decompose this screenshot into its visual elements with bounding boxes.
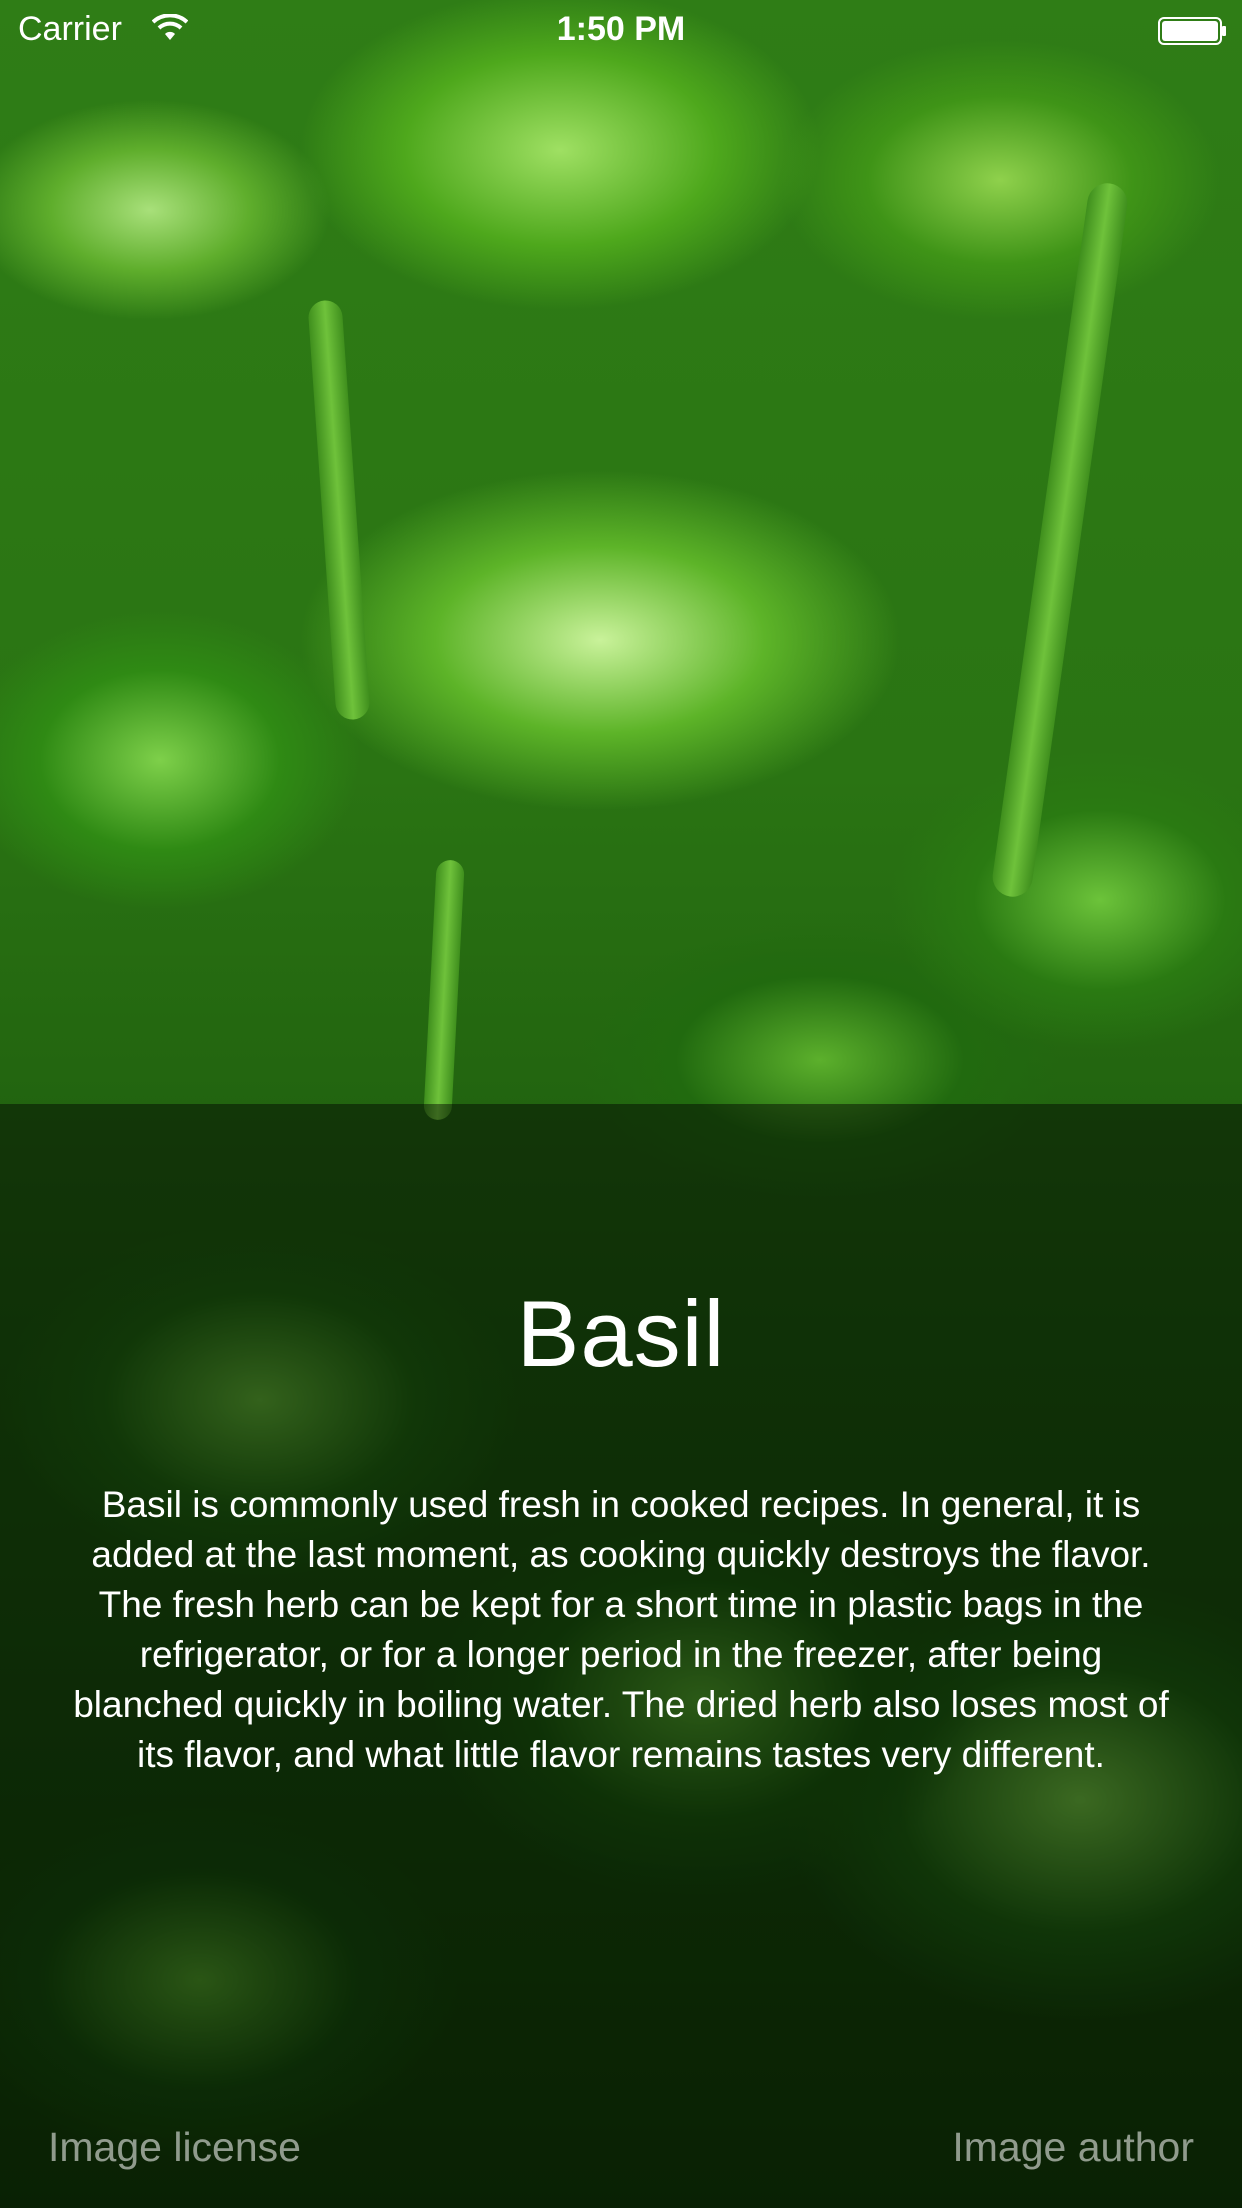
basil-stem xyxy=(307,299,371,721)
image-author-link[interactable]: Image author xyxy=(952,2124,1194,2171)
battery-icon xyxy=(1158,17,1226,45)
herb-description: Basil is commonly used fresh in cooked r… xyxy=(73,1484,1169,1775)
basil-stem xyxy=(423,859,465,1121)
image-license-link[interactable]: Image license xyxy=(48,2124,301,2171)
herb-title: Basil xyxy=(516,1281,726,1386)
status-bar: Carrier 1:50 PM xyxy=(0,0,1242,60)
status-time: 1:50 PM xyxy=(556,10,686,48)
herb-detail-screen: Carrier 1:50 PM Basil Basil is commonly … xyxy=(0,0,1242,2208)
basil-stem xyxy=(990,180,1130,900)
